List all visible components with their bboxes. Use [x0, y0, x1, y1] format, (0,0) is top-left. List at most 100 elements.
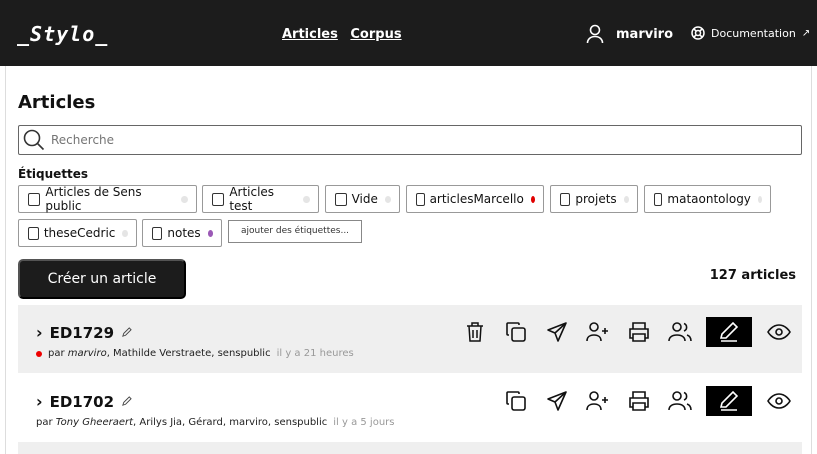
tags-label: Étiquettes — [18, 167, 89, 181]
app-logo[interactable]: _Stylo_ — [17, 22, 108, 46]
chevron-right-icon[interactable]: › — [36, 323, 43, 342]
eye-icon — [766, 393, 791, 409]
tag-color-dot — [122, 229, 128, 237]
tag-label: mataontology — [667, 192, 751, 206]
tag-color-dot — [384, 195, 391, 203]
lifebuoy-icon — [691, 26, 705, 40]
article-actions — [495, 386, 799, 416]
article-owner: Tony Gheeraert — [55, 417, 134, 428]
tag-label: projets — [575, 192, 617, 206]
main-nav: Articles Corpus — [282, 27, 410, 42]
tag-color-dot — [530, 195, 535, 203]
tag-filter[interactable]: articlesMarcello — [406, 185, 544, 213]
checkbox[interactable] — [212, 192, 225, 206]
nav-articles[interactable]: Articles — [282, 27, 338, 42]
pencil-icon[interactable] — [121, 327, 132, 338]
tag-label: Vide — [351, 192, 378, 206]
collaborators-button[interactable] — [659, 386, 700, 416]
article-title[interactable]: ED1729 — [50, 324, 114, 342]
checkbox[interactable] — [152, 226, 163, 240]
user-menu[interactable]: marviro — [586, 24, 673, 44]
tag-filter[interactable]: notes — [142, 219, 222, 247]
print-button[interactable] — [618, 386, 659, 416]
nav-corpus[interactable]: Corpus — [350, 27, 401, 42]
article-title-row: › ED1729 — [36, 323, 132, 342]
article-count: 127 articles — [709, 268, 796, 283]
article-meta: par Tony Gheeraert , Arilys Jia, Gérard,… — [36, 417, 395, 428]
chevron-right-icon[interactable]: › — [36, 392, 43, 411]
article-contributors: , Mathilde Verstraete, senspublic — [106, 348, 271, 359]
checkbox[interactable] — [28, 226, 39, 240]
article-updated: il y a 21 heures — [276, 348, 354, 359]
create-article-button[interactable]: Créer un article — [18, 259, 186, 299]
eye-icon — [766, 324, 791, 340]
checkbox[interactable] — [654, 192, 663, 206]
collaborators-button[interactable] — [659, 317, 700, 347]
duplicate-button[interactable] — [495, 317, 536, 347]
search-input[interactable] — [51, 133, 751, 147]
users-icon — [667, 391, 692, 411]
search-icon — [23, 129, 45, 151]
pencil-icon[interactable] — [121, 396, 132, 407]
user-plus-icon — [585, 322, 608, 342]
article-row: › ED1729 par marviro , Mathilde Verstrae… — [18, 305, 802, 373]
share-button[interactable] — [577, 386, 618, 416]
article-title[interactable]: ED1702 — [50, 393, 114, 411]
print-button[interactable] — [618, 317, 659, 347]
page-title: Articles — [18, 92, 96, 113]
checkbox[interactable] — [335, 192, 347, 206]
tag-filter[interactable]: Articles test — [202, 185, 319, 213]
send-icon — [546, 391, 567, 411]
printer-icon — [628, 322, 649, 342]
article-owner: marviro — [67, 348, 107, 359]
tag-label: articlesMarcello — [429, 192, 524, 206]
tag-color-dot — [303, 195, 310, 203]
pen-icon — [719, 390, 739, 411]
edit-button[interactable] — [706, 317, 752, 347]
tag-color-dot — [757, 195, 762, 203]
article-updated: il y a 5 jours — [333, 417, 395, 428]
tag-color-dot — [623, 195, 629, 203]
documentation-label: Documentation — [711, 26, 796, 40]
article-meta: par marviro , Mathilde Verstraete, sensp… — [36, 348, 354, 359]
send-button[interactable] — [536, 317, 577, 347]
checkbox[interactable] — [416, 192, 425, 206]
printer-icon — [628, 391, 649, 411]
pen-icon — [719, 321, 739, 342]
article-actions — [454, 317, 799, 347]
tag-color-dot — [36, 350, 42, 357]
preview-button[interactable] — [758, 386, 799, 416]
tag-label: notes — [167, 226, 201, 240]
article-title-row: › ED1702 — [36, 392, 132, 411]
duplicate-button[interactable] — [495, 386, 536, 416]
top-bar: _Stylo_ Articles Corpus marviro Document… — [0, 0, 817, 66]
tag-filter[interactable]: mataontology — [644, 185, 771, 213]
user-icon — [586, 24, 604, 44]
tag-filter[interactable]: Articles de Sens public — [18, 185, 197, 213]
external-link-icon: ↗ — [801, 27, 811, 39]
user-plus-icon — [585, 391, 608, 411]
next-article-row — [18, 442, 802, 454]
share-button[interactable] — [577, 317, 618, 347]
tag-filter[interactable]: Vide — [325, 185, 400, 213]
users-icon — [667, 322, 692, 342]
tag-color-dot — [207, 229, 213, 237]
edit-button[interactable] — [706, 386, 752, 416]
checkbox[interactable] — [28, 192, 41, 206]
copy-icon — [505, 322, 526, 342]
tag-filter[interactable]: projets — [550, 185, 638, 213]
tag-filter[interactable]: theseCedric — [18, 219, 137, 247]
send-button[interactable] — [536, 386, 577, 416]
documentation-link[interactable]: Documentation ↗ — [691, 26, 810, 40]
preview-button[interactable] — [758, 317, 799, 347]
add-tags-button[interactable]: ajouter des étiquettes... — [228, 220, 362, 243]
tag-label: Articles test — [229, 185, 275, 213]
article-contributors: , Arilys Jia, Gérard, marviro, senspubli… — [133, 417, 328, 428]
username: marviro — [616, 26, 674, 42]
by-label: par — [48, 348, 65, 359]
trash-icon — [466, 322, 483, 342]
delete-button[interactable] — [454, 317, 495, 347]
search-field[interactable] — [18, 125, 802, 155]
checkbox[interactable] — [560, 192, 571, 206]
article-row: › ED1702 par Tony Gheeraert , Arilys Jia… — [18, 374, 802, 442]
